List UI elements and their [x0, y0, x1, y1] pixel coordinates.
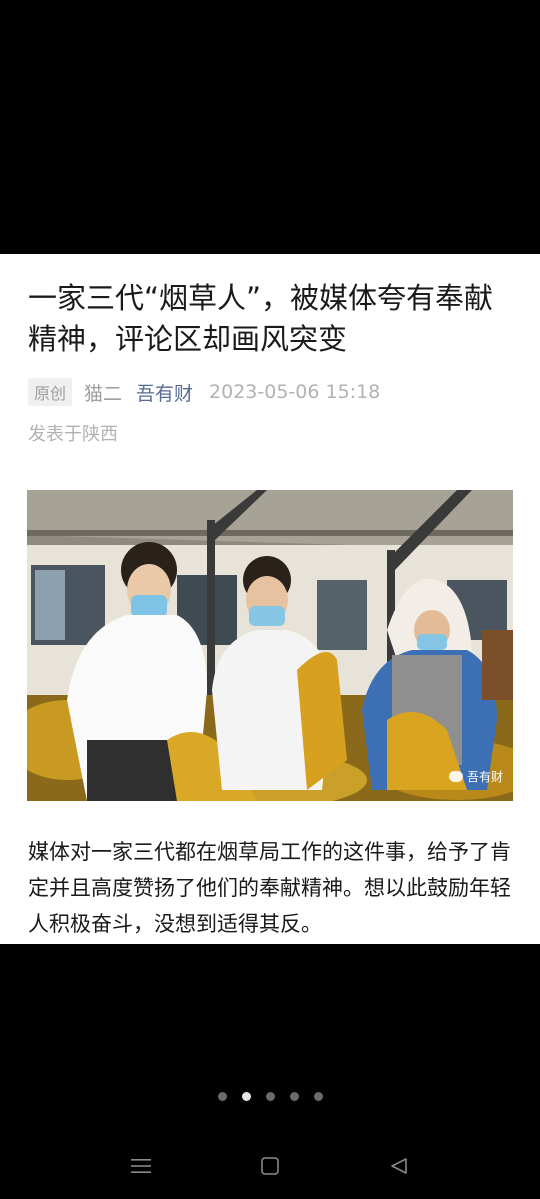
photo-watermark: 吾有财: [448, 768, 503, 785]
menu-button[interactable]: [121, 1150, 161, 1182]
article-photo[interactable]: 吾有财: [27, 490, 513, 801]
page-indicator: [0, 1092, 540, 1101]
page-dot[interactable]: [313, 1092, 323, 1101]
page-dot[interactable]: [217, 1092, 227, 1101]
back-button[interactable]: [379, 1150, 419, 1182]
article-card: 一家三代“烟草人”，被媒体夸有奉献精神，评论区却画风突变 原创 猫二 吾有财 2…: [0, 254, 540, 944]
article-body: 媒体对一家三代都在烟草局工作的这件事，给予了肯定并且高度赞扬了他们的奉献精神。想…: [28, 840, 511, 936]
article-title: 一家三代“烟草人”，被媒体夸有奉献精神，评论区却画风突变: [28, 281, 494, 356]
photo-watermark-text: 吾有财: [466, 770, 503, 784]
home-icon: [261, 1157, 279, 1175]
account-link[interactable]: 吾有财: [136, 379, 193, 406]
page-dot[interactable]: [289, 1092, 299, 1101]
publish-time: 2023-05-06 15:18: [209, 381, 381, 403]
home-button[interactable]: [250, 1150, 290, 1182]
photo-illustration: [27, 490, 513, 801]
menu-icon: [131, 1159, 151, 1173]
article-meta: 原创 猫二 吾有财 2023-05-06 15:18: [28, 378, 380, 406]
system-nav-bar: [0, 1150, 540, 1182]
author-name: 猫二: [84, 382, 123, 405]
back-icon: [391, 1158, 407, 1174]
page-dot-active[interactable]: [241, 1092, 251, 1101]
publish-location: 发表于陕西: [28, 424, 118, 445]
wechat-icon: [448, 771, 463, 782]
original-badge: 原创: [28, 378, 73, 406]
page-dot[interactable]: [265, 1092, 275, 1101]
